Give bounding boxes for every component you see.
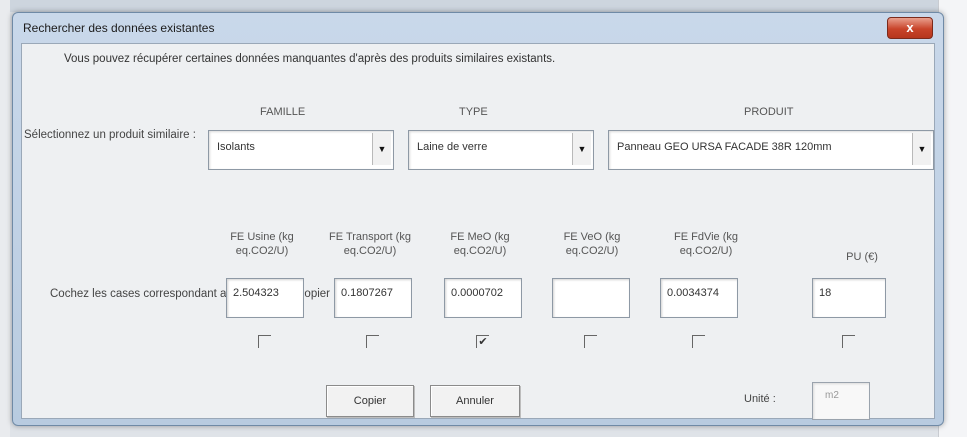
fe-usine-value: 2.504323 [233, 287, 279, 299]
fe-usine-checkbox[interactable] [258, 335, 271, 348]
fe-meo-checkbox[interactable]: ✔ [476, 335, 489, 348]
produit-value: Panneau GEO URSA FACADE 38R 120mm [617, 141, 832, 153]
header-fe-meo: FE MeO (kg eq.CO2/U) [450, 231, 510, 257]
intro-text: Vous pouvez récupérer certaines données … [64, 53, 556, 65]
background-app-bar [0, 0, 967, 12]
dialog-window: Rechercher des données existantes x Vous… [12, 12, 944, 426]
fe-usine-input[interactable]: 2.504323 [226, 278, 304, 318]
fe-meo-input[interactable]: 0.0000702 [444, 278, 522, 318]
fe-fdvie-input[interactable]: 0.0034374 [660, 278, 738, 318]
fe-transport-checkbox[interactable] [366, 335, 379, 348]
annuler-button[interactable]: Annuler [430, 385, 520, 417]
unit-value: m2 [825, 390, 839, 401]
fe-veo-checkbox[interactable] [584, 335, 597, 348]
background-app-left [0, 0, 10, 437]
fe-veo-input[interactable] [552, 278, 630, 318]
fe-transport-input[interactable]: 0.1807267 [334, 278, 412, 318]
header-pu: PU (€) [846, 251, 878, 263]
pu-checkbox[interactable] [842, 335, 855, 348]
column-header-famille: FAMILLE [260, 106, 306, 118]
produit-select[interactable]: Panneau GEO URSA FACADE 38R 120mm ▼ [608, 130, 934, 170]
famille-value: Isolants [217, 141, 255, 153]
fe-fdvie-value: 0.0034374 [667, 287, 719, 299]
dialog-body: Vous pouvez récupérer certaines données … [21, 43, 935, 420]
type-value: Laine de verre [417, 141, 488, 153]
famille-select[interactable]: Isolants ▼ [208, 130, 394, 170]
header-fe-fdvie: FE FdVie (kg eq.CO2/U) [674, 231, 738, 257]
copier-button[interactable]: Copier [326, 385, 414, 417]
column-header-produit: PRODUIT [744, 106, 794, 118]
header-fe-usine: FE Usine (kg eq.CO2/U) [230, 231, 294, 257]
unit-field[interactable]: m2 [812, 382, 870, 420]
select-product-label: Sélectionnez un produit similaire : [24, 129, 196, 141]
type-select[interactable]: Laine de verre ▼ [408, 130, 594, 170]
unit-label: Unité : [744, 393, 776, 405]
column-header-type: TYPE [459, 106, 488, 118]
header-fe-veo: FE VeO (kg eq.CO2/U) [563, 231, 621, 257]
fe-fdvie-checkbox[interactable] [692, 335, 705, 348]
fe-meo-value: 0.0000702 [451, 287, 503, 299]
window-title: Rechercher des données existantes [23, 21, 215, 35]
title-bar[interactable]: Rechercher des données existantes x [13, 13, 943, 43]
chevron-down-icon[interactable]: ▼ [372, 133, 391, 165]
header-fe-transport: FE Transport (kg eq.CO2/U) [329, 231, 411, 257]
close-button[interactable]: x [887, 17, 933, 39]
pu-input[interactable]: 18 [812, 278, 886, 318]
chevron-down-icon[interactable]: ▼ [912, 133, 931, 165]
close-icon: x [906, 20, 914, 35]
fe-transport-value: 0.1807267 [341, 287, 393, 299]
chevron-down-icon[interactable]: ▼ [572, 133, 591, 165]
pu-value: 18 [819, 287, 832, 299]
